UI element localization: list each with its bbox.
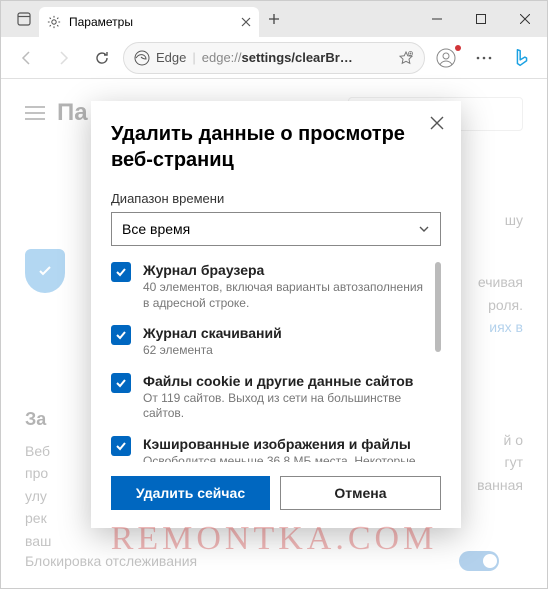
dialog-title: Удалить данные о просмотре веб-страниц xyxy=(111,121,441,173)
browser-toolbar: Edge | edge://settings/clearBr… xyxy=(1,37,547,79)
tab-overview-button[interactable] xyxy=(9,4,39,34)
back-button[interactable] xyxy=(9,41,43,75)
clear-data-dialog: Удалить данные о просмотре веб-страниц Д… xyxy=(91,101,461,528)
dialog-close-button[interactable] xyxy=(429,115,447,133)
checkbox-browsing-history[interactable] xyxy=(111,262,131,282)
time-range-dropdown[interactable]: Все время xyxy=(111,212,441,246)
favorite-icon[interactable] xyxy=(398,50,414,66)
checkbox-cached-files[interactable] xyxy=(111,436,131,456)
forward-button xyxy=(47,41,81,75)
addr-prefix: Edge xyxy=(156,50,186,65)
new-tab-button[interactable] xyxy=(259,13,289,25)
list-item: Журнал скачиваний 62 элемента xyxy=(111,325,427,359)
list-item: Журнал браузера 40 элементов, включая ва… xyxy=(111,262,427,311)
checkbox-cookies[interactable] xyxy=(111,373,131,393)
profile-icon xyxy=(436,48,456,68)
notification-dot xyxy=(455,45,461,51)
list-item: Кэшированные изображения и файлы Освобод… xyxy=(111,436,427,462)
address-bar[interactable]: Edge | edge://settings/clearBr… xyxy=(123,42,425,74)
list-item: Файлы cookie и другие данные сайтов От 1… xyxy=(111,373,427,422)
tab-strip: Параметры xyxy=(1,1,289,37)
checkbox-download-history[interactable] xyxy=(111,325,131,345)
chevron-down-icon xyxy=(418,223,430,235)
profile-button[interactable] xyxy=(429,41,463,75)
close-icon[interactable] xyxy=(241,17,251,27)
clear-now-button[interactable]: Удалить сейчас xyxy=(111,476,270,510)
window-titlebar: Параметры xyxy=(1,1,547,37)
tab-title: Параметры xyxy=(69,15,241,29)
data-types-list: Журнал браузера 40 элементов, включая ва… xyxy=(111,262,441,462)
edge-icon xyxy=(134,50,150,66)
window-controls xyxy=(415,1,547,37)
cancel-button[interactable]: Отмена xyxy=(280,476,441,510)
bing-icon xyxy=(511,47,533,69)
refresh-button[interactable] xyxy=(85,41,119,75)
browser-tab[interactable]: Параметры xyxy=(39,7,259,37)
minimize-button[interactable] xyxy=(415,1,459,37)
plus-icon xyxy=(268,13,280,25)
gear-icon xyxy=(47,15,61,29)
close-window-button[interactable] xyxy=(503,1,547,37)
menu-button[interactable] xyxy=(467,41,501,75)
bing-button[interactable] xyxy=(505,41,539,75)
time-range-label: Диапазон времени xyxy=(111,191,441,206)
scrollbar[interactable] xyxy=(435,262,441,352)
tabs-icon xyxy=(17,12,31,26)
maximize-button[interactable] xyxy=(459,1,503,37)
address-text: edge://settings/clearBr… xyxy=(202,50,392,65)
